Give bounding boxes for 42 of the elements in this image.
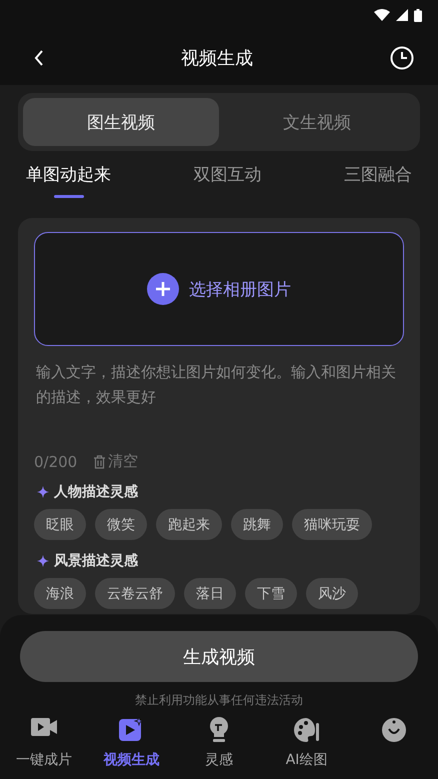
nav-item[interactable]: 一键成片 xyxy=(4,717,84,769)
generate-button[interactable]: 生成视频 xyxy=(20,631,418,682)
upload-button[interactable]: 选择相册图片 xyxy=(34,232,404,346)
suggestion-chip[interactable]: 猫咪玩耍 xyxy=(292,509,372,540)
suggestion-chip[interactable]: 下雪 xyxy=(245,578,297,609)
play-icon xyxy=(119,717,144,741)
suggestion-chip[interactable]: 风沙 xyxy=(306,578,358,609)
back-icon[interactable] xyxy=(34,50,44,66)
palette-icon xyxy=(294,717,320,743)
suggestion-chip[interactable]: 跑起来 xyxy=(156,509,222,540)
disclaimer-text: 禁止利用功能从事任何违法活动 xyxy=(135,692,303,709)
suggestion-chip[interactable]: 微笑 xyxy=(95,509,147,540)
suggestion-chip[interactable]: 云卷云舒 xyxy=(95,578,175,609)
face-icon xyxy=(382,717,406,743)
sparkle-icon xyxy=(37,486,49,498)
nav-item[interactable]: 视频生成 xyxy=(91,717,172,769)
section-title: 风景描述灵感 xyxy=(54,552,138,570)
wifi-icon xyxy=(374,9,390,21)
signal-icon xyxy=(396,9,408,21)
mode-tab[interactable]: 文生视频 xyxy=(219,98,415,146)
sub-tab[interactable]: 单图动起来 xyxy=(26,163,111,202)
sub-tab[interactable]: 三图融合 xyxy=(344,163,412,202)
battery-icon xyxy=(414,8,422,22)
plus-icon xyxy=(147,273,179,305)
page-title: 视频生成 xyxy=(181,46,253,70)
clear-button[interactable]: 清空 xyxy=(93,452,138,471)
suggestion-chip[interactable]: 跳舞 xyxy=(231,509,283,540)
suggestion-chip[interactable]: 落日 xyxy=(184,578,236,609)
lightbulb-icon xyxy=(208,717,229,743)
trash-icon xyxy=(93,454,106,468)
section-title: 人物描述灵感 xyxy=(54,483,138,501)
nav-item[interactable]: AI绘图 xyxy=(266,717,347,769)
sub-tab[interactable]: 双图互动 xyxy=(194,163,262,202)
prompt-field[interactable]: 输入文字，描述你想让图片如何变化。输入和图片相关的描述，效果更好 xyxy=(34,358,404,446)
nav-item[interactable]: 灵感 xyxy=(178,717,259,769)
clock-icon[interactable] xyxy=(390,46,414,70)
mode-tab[interactable]: 图生视频 xyxy=(23,98,219,146)
suggestion-chip[interactable]: 海浪 xyxy=(34,578,86,609)
suggestion-chip[interactable]: 眨眼 xyxy=(34,509,86,540)
sparkle-icon xyxy=(37,555,49,567)
camera-icon xyxy=(30,717,57,737)
char-count: 0/200 xyxy=(34,452,78,470)
